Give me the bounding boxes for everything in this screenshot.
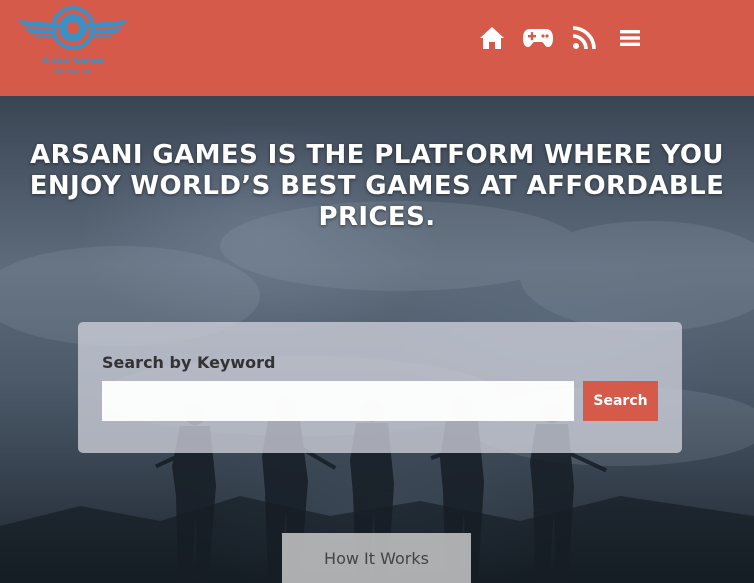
home-icon: [480, 27, 504, 49]
nav-menu[interactable]: [614, 22, 646, 54]
search-panel: Search by Keyword Search: [78, 322, 682, 453]
search-button[interactable]: Search: [583, 381, 658, 421]
top-nav: [476, 22, 660, 54]
rss-icon: [572, 26, 596, 50]
gamepad-icon: [523, 29, 553, 47]
site-header: Arsani Games Games Inc: [0, 0, 754, 96]
winged-badge-logo-icon: [18, 6, 128, 50]
nav-feed[interactable]: [568, 22, 600, 54]
search-input[interactable]: [102, 381, 574, 421]
hero-banner: ARSANI GAMES IS THE PLATFORM WHERE YOU E…: [0, 96, 754, 583]
menu-icon: [620, 30, 640, 46]
nav-home[interactable]: [476, 22, 508, 54]
how-it-works-button[interactable]: How It Works: [282, 533, 471, 583]
logo-name: Arsani Games: [41, 56, 104, 65]
logo-subname: Games Inc: [55, 68, 91, 75]
site-logo[interactable]: Arsani Games Games Inc: [14, 2, 132, 82]
hero-tagline: ARSANI GAMES IS THE PLATFORM WHERE YOU E…: [29, 140, 725, 232]
nav-games[interactable]: [522, 22, 554, 54]
search-label: Search by Keyword: [102, 353, 276, 372]
